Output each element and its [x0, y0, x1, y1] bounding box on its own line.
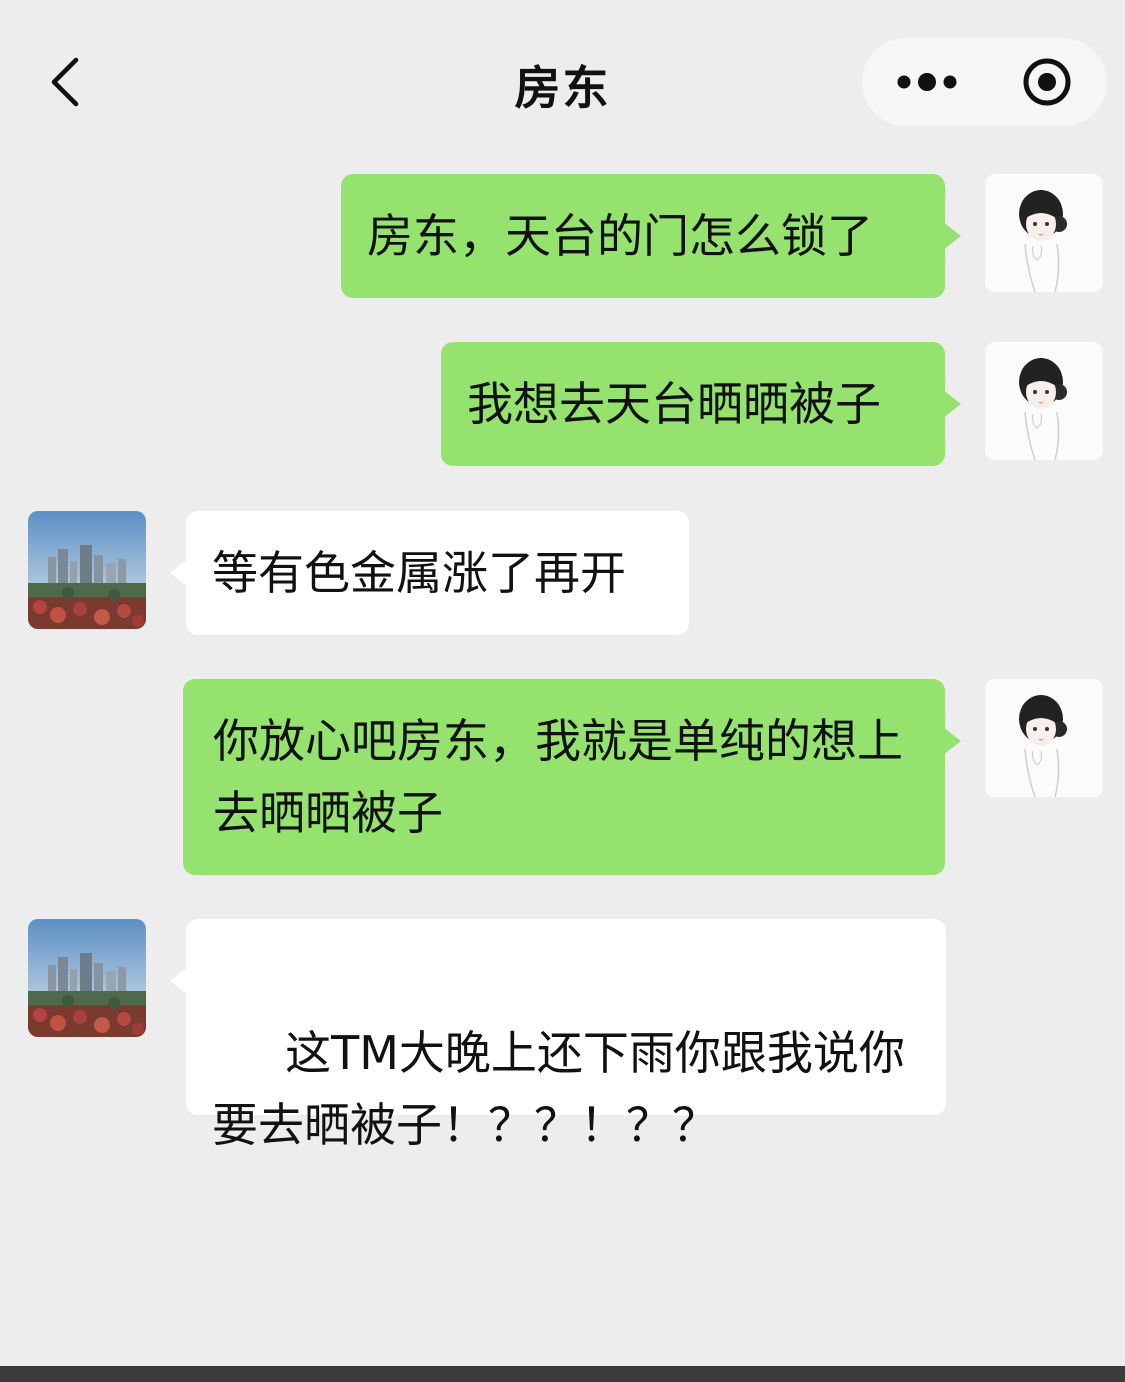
avatar[interactable] [985, 679, 1103, 797]
close-button[interactable] [1017, 54, 1077, 110]
avatar[interactable] [28, 511, 146, 629]
message-bubble[interactable]: 房东，天台的门怎么锁了 [341, 174, 961, 298]
bubble-tail [943, 727, 961, 755]
landlord-avatar-icon [28, 511, 146, 629]
message-text: 你放心吧房东，我就是单纯的想上去晒晒被子 [213, 714, 903, 840]
message-text: 房东，天台的门怎么锁了 [367, 209, 873, 263]
message-row: 我想去天台晒晒被子 [0, 342, 1125, 466]
target-close-icon [1023, 58, 1071, 106]
message-text: 我想去天台晒晒被子 [467, 377, 881, 431]
message-row: 你放心吧房东，我就是单纯的想上去晒晒被子 [0, 679, 1125, 875]
bottom-edge-bar [0, 1366, 1125, 1382]
message-bubble[interactable]: 等有色金属涨了再开 [170, 511, 689, 635]
avatar[interactable] [28, 919, 146, 1037]
message-text: 这TM大晚上还下雨你跟我说你要去晒被子！？？！？？ [212, 1026, 905, 1152]
bubble-tail [943, 390, 961, 418]
bubble-tail [943, 222, 961, 250]
bubble-tail [170, 967, 188, 995]
message-bubble[interactable]: 这TM大晚上还下雨你跟我说你要去晒被子！？？！？？ [170, 919, 946, 1152]
message-row: 这TM大晚上还下雨你跟我说你要去晒被子！？？！？？ [0, 919, 1125, 1152]
chat-header: 房东 [0, 0, 1125, 165]
avatar[interactable] [985, 174, 1103, 292]
user-avatar-icon [985, 174, 1103, 292]
more-button[interactable] [892, 60, 962, 104]
message-bubble[interactable]: 你放心吧房东，我就是单纯的想上去晒晒被子 [183, 679, 961, 875]
user-avatar-icon [985, 342, 1103, 460]
bubble-tail [170, 559, 188, 587]
message-text: 等有色金属涨了再开 [212, 546, 626, 600]
mini-program-capsule [862, 38, 1107, 126]
more-dots-icon [897, 73, 957, 91]
user-avatar-icon [985, 679, 1103, 797]
landlord-avatar-icon [28, 919, 146, 1037]
message-row: 房东，天台的门怎么锁了 [0, 174, 1125, 298]
avatar[interactable] [985, 342, 1103, 460]
message-bubble[interactable]: 我想去天台晒晒被子 [441, 342, 961, 466]
message-row: 等有色金属涨了再开 [0, 511, 1125, 635]
